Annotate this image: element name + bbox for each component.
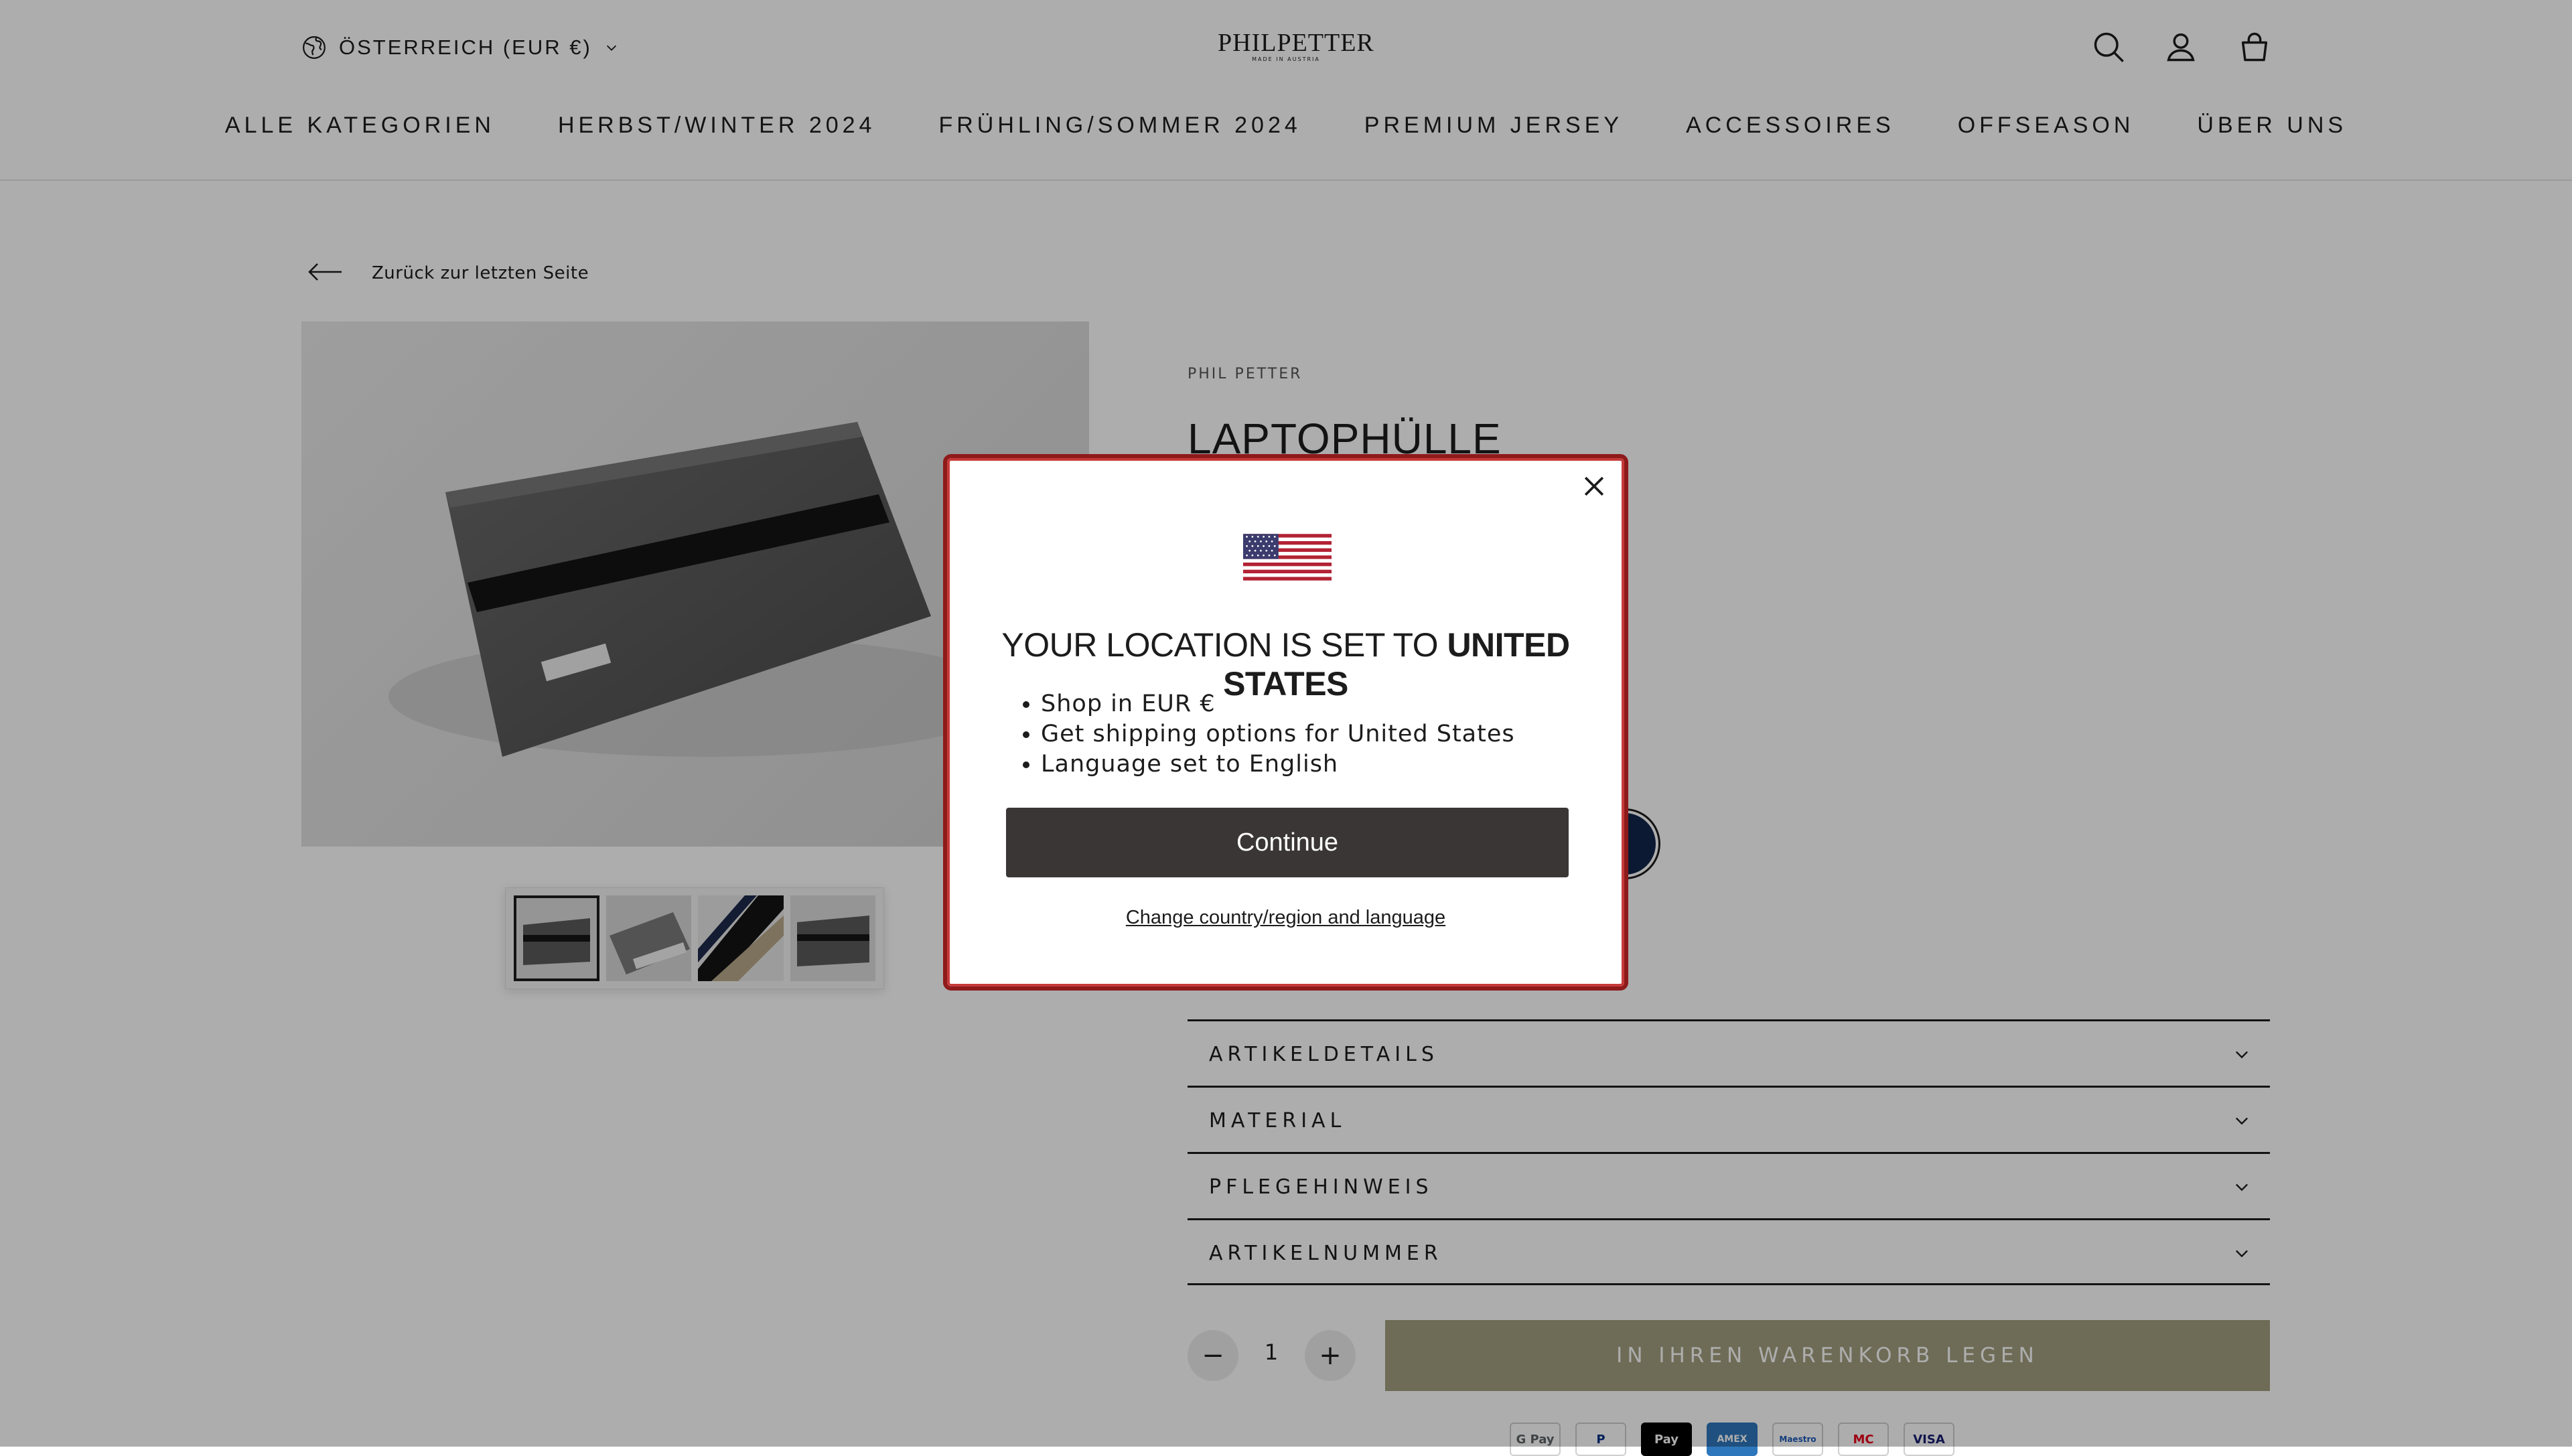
close-icon[interactable] xyxy=(1579,471,1609,501)
us-flag-icon xyxy=(1243,534,1332,581)
continue-button[interactable]: Continue xyxy=(1006,808,1569,877)
list-item: Language set to English xyxy=(1041,749,1515,780)
list-item: Get shipping options for United States xyxy=(1041,719,1515,749)
list-item: Shop in EUR € xyxy=(1041,689,1515,719)
change-country-link[interactable]: Change country/region and language xyxy=(947,907,1624,929)
modal-title-prefix: YOUR LOCATION IS SET TO xyxy=(1001,626,1439,664)
location-modal: YOUR LOCATION IS SET TO UNITED STATES Sh… xyxy=(943,454,1628,991)
modal-info-list: Shop in EUR € Get shipping options for U… xyxy=(1021,689,1515,780)
